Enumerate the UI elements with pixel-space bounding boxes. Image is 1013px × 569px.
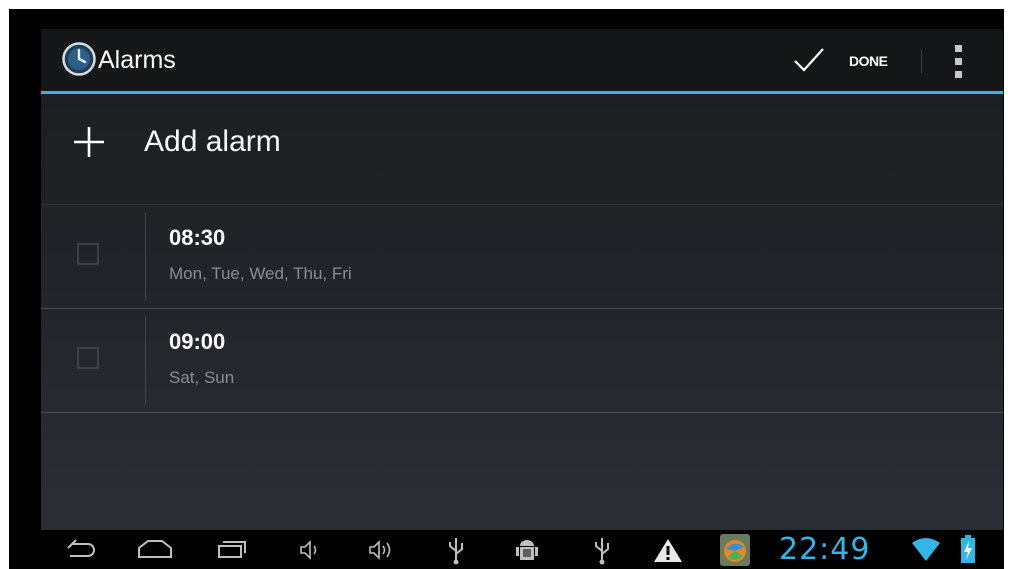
usb-icon <box>449 538 463 565</box>
plus-icon <box>74 127 104 157</box>
back-icon <box>67 539 95 557</box>
alarm-time: 09:00 <box>169 329 226 354</box>
alarm-item[interactable]: 08:30 Mon, Tue, Wed, Thu, Fri <box>41 205 1003 309</box>
alarm-time: 08:30 <box>169 225 226 250</box>
home-button[interactable] <box>136 530 174 569</box>
app-notification-icon <box>720 534 750 566</box>
usb-icon <box>595 538 609 565</box>
alarm-days: Sat, Sun <box>169 368 235 387</box>
recent-apps-button[interactable] <box>214 530 248 569</box>
android-debug-icon <box>516 540 538 560</box>
check-icon <box>794 48 824 72</box>
alarm-enabled-checkbox[interactable] <box>77 347 99 369</box>
wifi-icon <box>912 538 940 561</box>
volume-up-icon <box>369 540 391 560</box>
page-title: Alarms <box>98 46 176 74</box>
alarm-enabled-checkbox[interactable] <box>77 243 99 265</box>
device-screen: Alarms DONE Add alarm 08:30 Mon, Tue, We… <box>9 9 1004 569</box>
clock-icon[interactable] <box>62 42 96 76</box>
row-divider <box>145 213 146 301</box>
add-alarm-button[interactable]: Add alarm <box>41 94 1003 205</box>
wifi-status <box>910 530 942 569</box>
warning-notification[interactable] <box>652 530 684 569</box>
usb-notification[interactable] <box>590 530 614 569</box>
add-alarm-label: Add alarm <box>144 125 281 158</box>
recent-apps-icon <box>218 541 246 558</box>
system-navigation-bar: 22:49 <box>9 530 1004 569</box>
app-notification[interactable] <box>719 530 751 569</box>
overflow-menu-button[interactable] <box>941 39 977 85</box>
volume-down-button[interactable] <box>297 530 323 569</box>
volume-up-button[interactable] <box>366 530 398 569</box>
home-icon <box>138 540 172 558</box>
done-label: DONE <box>849 53 888 69</box>
alarms-app: Alarms DONE Add alarm 08:30 Mon, Tue, We… <box>41 29 1003 530</box>
alarm-days: Mon, Tue, Wed, Thu, Fri <box>169 264 352 283</box>
battery-status <box>960 530 976 569</box>
action-bar: Alarms DONE <box>41 29 1003 94</box>
volume-down-icon <box>300 540 317 560</box>
done-button[interactable]: DONE <box>783 37 923 85</box>
usb-notification[interactable] <box>444 530 468 569</box>
action-divider <box>921 50 922 73</box>
back-button[interactable] <box>63 530 97 569</box>
battery-charging-icon <box>961 535 975 563</box>
warning-icon <box>654 539 682 562</box>
alarm-item[interactable]: 09:00 Sat, Sun <box>41 309 1003 413</box>
system-clock: 22:49 <box>779 532 871 567</box>
debug-notification[interactable] <box>514 530 540 569</box>
row-divider <box>145 317 146 405</box>
